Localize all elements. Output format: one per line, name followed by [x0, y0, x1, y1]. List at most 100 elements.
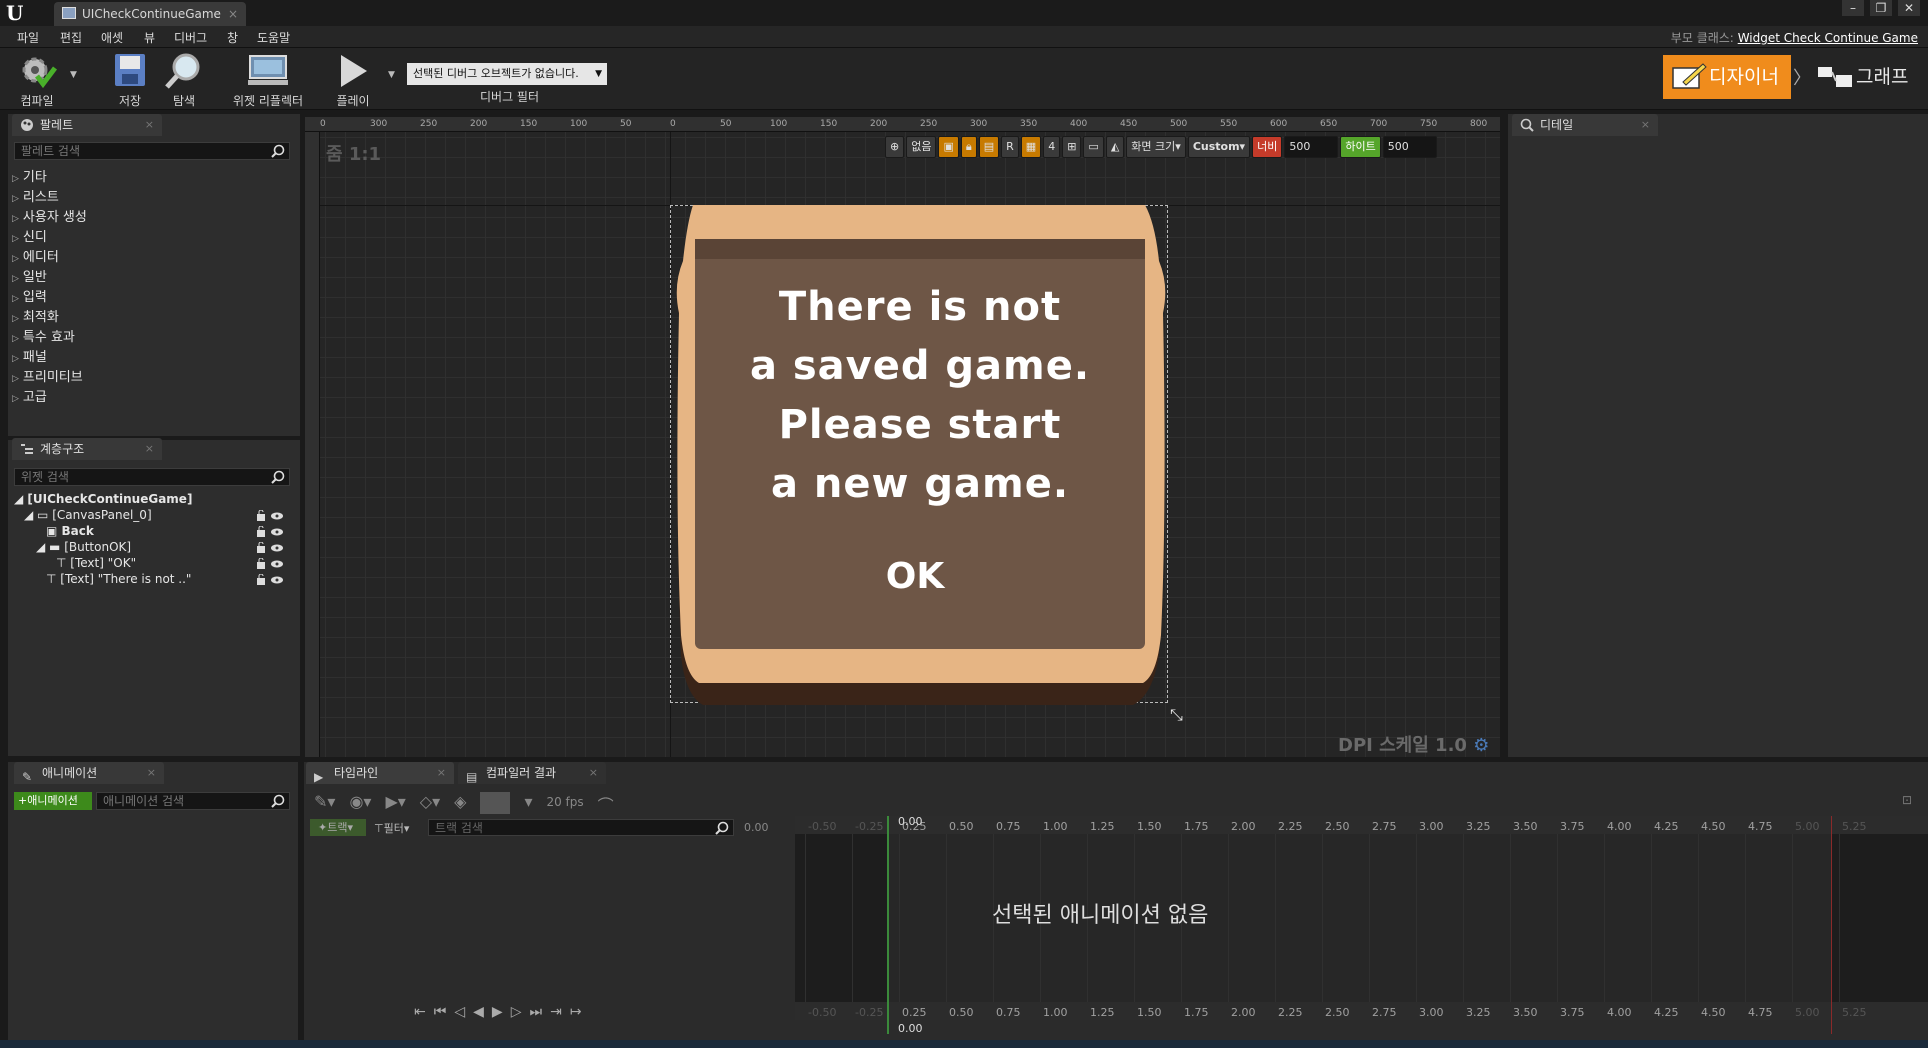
- add-animation-button[interactable]: +애니메이션: [14, 792, 92, 810]
- close-hierarchy-icon[interactable]: ×: [145, 438, 154, 460]
- palette-search-input[interactable]: 팔레트 검색: [14, 142, 290, 160]
- jump-start-icon[interactable]: ⇤: [414, 1004, 426, 1020]
- lock-visibility-icon[interactable]: [256, 510, 284, 522]
- tab-compiler-results[interactable]: ▤ 컴파일러 결과 ×: [458, 762, 606, 784]
- add-track-button[interactable]: ✦트랙▾: [310, 819, 366, 836]
- tab-palette[interactable]: 팔레트 ×: [12, 114, 162, 136]
- respect-locks-button[interactable]: R: [1001, 136, 1019, 158]
- lock-timeline-icon[interactable]: ⊡: [1902, 793, 1912, 807]
- globe-icon[interactable]: ⊕: [885, 136, 905, 158]
- grid-snap-icon[interactable]: ▦: [1020, 136, 1042, 158]
- close-details-icon[interactable]: ×: [1641, 114, 1650, 136]
- close-palette-icon[interactable]: ×: [145, 114, 154, 136]
- tree-item-back[interactable]: ▣ Back: [46, 524, 94, 538]
- tree-item-text-ok[interactable]: ⊤ [Text] "OK": [56, 556, 136, 570]
- palette-category[interactable]: 사용자 생성: [12, 206, 87, 225]
- next-key-icon[interactable]: ⏭: [529, 1004, 542, 1020]
- settings-gear-icon[interactable]: ⚙: [1473, 735, 1489, 756]
- menu-asset[interactable]: 애셋: [101, 29, 123, 46]
- width-input[interactable]: 500: [1284, 136, 1339, 158]
- grid-size-button[interactable]: 4: [1043, 136, 1061, 158]
- auto-key-icon[interactable]: ◈: [454, 792, 466, 816]
- menu-file[interactable]: 파일: [17, 29, 39, 46]
- menu-window[interactable]: 창: [227, 29, 238, 46]
- close-timeline-icon[interactable]: ×: [437, 762, 446, 784]
- widget-reflector-button[interactable]: 위젯 리플렉터: [228, 48, 308, 110]
- fill-screen-select[interactable]: Custom▾: [1187, 136, 1251, 158]
- widget-search-input[interactable]: 위젯 검색: [14, 468, 290, 486]
- designer-mode-button[interactable]: 디자이너: [1663, 55, 1791, 99]
- eye-icon[interactable]: ◉▾: [349, 792, 371, 816]
- palette-category[interactable]: 프리미티브: [12, 366, 83, 385]
- compile-button[interactable]: 컴파일: [2, 48, 72, 110]
- palette-category[interactable]: 고급: [12, 386, 47, 405]
- close-compiler-icon[interactable]: ×: [589, 762, 598, 784]
- lock-visibility-icon[interactable]: [256, 526, 284, 538]
- tab-animations[interactable]: ✎ 애니메이션 ×: [14, 762, 164, 784]
- palette-category[interactable]: 기타: [12, 166, 47, 185]
- record-icon[interactable]: [480, 792, 511, 814]
- step-back-icon[interactable]: ◁: [454, 1004, 465, 1020]
- palette-category[interactable]: 최적화: [12, 306, 59, 325]
- time-value[interactable]: 0.00: [744, 821, 769, 834]
- menu-view[interactable]: 뷰: [144, 29, 155, 46]
- browse-button[interactable]: 탐색: [149, 48, 219, 110]
- tree-item-text-message[interactable]: ⊤ [Text] "There is not ..": [46, 572, 191, 586]
- flip-icon[interactable]: ◭: [1105, 136, 1125, 158]
- palette-category[interactable]: 입력: [12, 286, 47, 305]
- curve-icon[interactable]: ⌒: [598, 792, 614, 816]
- tab-hierarchy[interactable]: 계층구조 ×: [12, 438, 162, 460]
- play-options-icon[interactable]: ▶▾: [385, 792, 405, 816]
- playhead[interactable]: [887, 816, 889, 1034]
- compile-options-chevron-icon[interactable]: ▼: [70, 70, 77, 80]
- lock-visibility-icon[interactable]: [256, 542, 284, 554]
- key-icon[interactable]: ◇▾: [420, 792, 440, 816]
- palette-category[interactable]: 특수 효과: [12, 326, 75, 345]
- menu-debug[interactable]: 디버그: [174, 29, 207, 46]
- menu-help[interactable]: 도움말: [257, 29, 290, 46]
- palette-category[interactable]: 에디터: [12, 246, 59, 265]
- animation-search-input[interactable]: 애니메이션 검색: [96, 792, 290, 810]
- palette-category[interactable]: 신디: [12, 226, 47, 245]
- tree-item-root[interactable]: ◢ [UICheckContinueGame]: [14, 492, 192, 506]
- outline-icon[interactable]: ⊞: [1062, 136, 1082, 158]
- screen-size-select[interactable]: 화면 크기▾: [1126, 136, 1186, 158]
- ok-button[interactable]: OK: [875, 556, 955, 597]
- tab-timeline[interactable]: ▶ 타임라인 ×: [306, 762, 454, 784]
- height-input[interactable]: 500: [1382, 136, 1437, 158]
- parent-class-link[interactable]: Widget Check Continue Game: [1738, 31, 1918, 45]
- close-window-icon[interactable]: ✕: [1898, 0, 1920, 16]
- menu-edit[interactable]: 편집: [60, 29, 82, 46]
- chevron-down-icon[interactable]: ▾: [524, 792, 532, 816]
- resize-handle-icon[interactable]: ⤡: [1170, 705, 1183, 725]
- play-button[interactable]: 플레이: [318, 48, 388, 110]
- prev-key-icon[interactable]: ⏮: [434, 1004, 447, 1020]
- track-area[interactable]: [795, 816, 1928, 1002]
- minimize-icon[interactable]: –: [1842, 0, 1864, 16]
- track-search-input[interactable]: 트랙 검색: [428, 819, 734, 836]
- tab-details[interactable]: 디테일 ×: [1512, 114, 1658, 136]
- document-tab[interactable]: UICheckContinueGame ×: [54, 2, 246, 26]
- fps-select[interactable]: 20 fps: [546, 792, 583, 816]
- lock-visibility-icon[interactable]: [256, 574, 284, 586]
- close-tab-icon[interactable]: ×: [228, 2, 238, 26]
- wrench-icon[interactable]: ✎▾: [314, 792, 335, 816]
- close-animations-icon[interactable]: ×: [147, 762, 156, 784]
- palette-category[interactable]: 리스트: [12, 186, 59, 205]
- range-end-marker[interactable]: [1831, 816, 1832, 1034]
- debug-object-select[interactable]: 선택된 디버그 오브젝트가 없습니다. ▼: [407, 63, 607, 85]
- lock-icon[interactable]: 🔒︎: [960, 136, 977, 158]
- snap-icon[interactable]: ▣: [938, 136, 959, 158]
- play-options-chevron-icon[interactable]: ▼: [388, 70, 395, 80]
- palette-category[interactable]: 일반: [12, 266, 47, 285]
- tree-item-canvas-panel[interactable]: ◢ ▭ [CanvasPanel_0]: [24, 508, 152, 522]
- filter-button[interactable]: ⊤필터▾: [374, 820, 409, 836]
- palette-category[interactable]: 패널: [12, 346, 47, 365]
- lock-visibility-icon[interactable]: [256, 558, 284, 570]
- jump-end-icon[interactable]: ⇥: [550, 1004, 562, 1020]
- restore-icon[interactable]: ❐: [1870, 0, 1892, 16]
- tree-item-button-ok[interactable]: ◢ ▬ [ButtonOK]: [36, 540, 131, 554]
- step-forward-icon[interactable]: ▷: [511, 1004, 522, 1020]
- play-forward-icon[interactable]: ▶: [492, 1004, 503, 1020]
- reverse-icon[interactable]: ◀: [473, 1004, 484, 1020]
